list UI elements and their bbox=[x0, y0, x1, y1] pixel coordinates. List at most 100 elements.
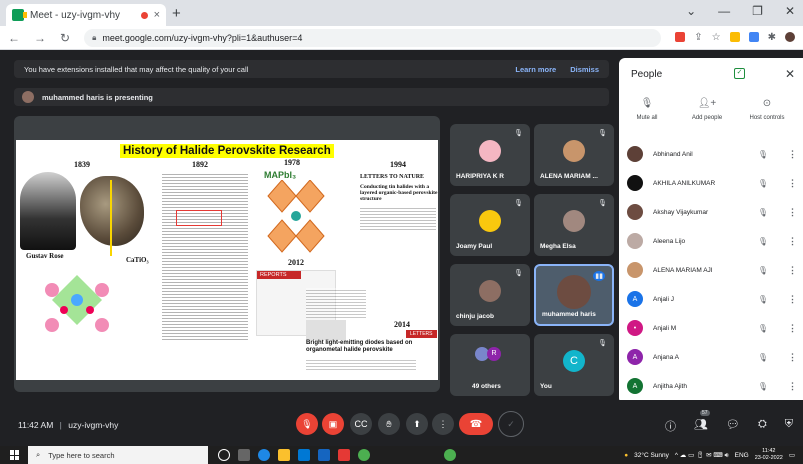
cortana-icon[interactable] bbox=[218, 449, 230, 461]
bookmark-star-icon[interactable]: ☆ bbox=[712, 32, 721, 43]
address-bar[interactable]: 🔒︎ meet.google.com/uzy-ivgm-vhy?pli=1&au… bbox=[84, 28, 662, 47]
yellow-line bbox=[110, 180, 112, 256]
participant-tile[interactable]: 🎙︎ ALENA MARIAM ... bbox=[534, 124, 614, 186]
mineral-image bbox=[80, 176, 144, 246]
app-icon[interactable] bbox=[338, 449, 350, 461]
more-options-icon[interactable]: ⋮ bbox=[788, 149, 797, 160]
more-options-icon[interactable]: ⋮ bbox=[788, 352, 797, 363]
mic-off-icon: 🎙︎ bbox=[757, 178, 768, 188]
participant-tile[interactable]: 🎙︎ Megha Elsa bbox=[534, 194, 614, 256]
meeting-details: 11:42 AM | uzy-ivgm-vhy bbox=[18, 420, 118, 430]
extension-icon[interactable] bbox=[729, 32, 740, 42]
more-options-button[interactable]: ⋮ bbox=[432, 413, 454, 435]
more-options-icon[interactable]: ⋮ bbox=[788, 236, 797, 247]
share-icon[interactable]: ⇪ bbox=[694, 32, 702, 43]
participant-name: ALENA MARIAM ... bbox=[540, 173, 598, 180]
participant-row[interactable]: Abhinand Anil 🎙︎ ⋮ bbox=[627, 140, 797, 168]
portrait-image bbox=[20, 172, 76, 250]
present-button[interactable]: ⬆ bbox=[406, 413, 428, 435]
clock[interactable]: 11:42 23-02-2022 bbox=[755, 448, 783, 462]
reload-icon[interactable]: ↻ bbox=[60, 31, 70, 45]
mic-off-icon: 🎙︎ bbox=[757, 149, 768, 159]
phone-hangup-icon: ☎︎ bbox=[469, 418, 483, 430]
participant-tile-active[interactable]: ▮▮ muhammed haris bbox=[534, 264, 614, 326]
browser-tab[interactable]: Meet - uzy-ivgm-vhy × bbox=[6, 4, 166, 26]
taskbar-search[interactable]: ⌕ Type here to search bbox=[28, 446, 208, 464]
profile-avatar[interactable] bbox=[785, 32, 795, 42]
tab-search-icon[interactable]: ⌄ bbox=[686, 4, 696, 18]
captions-button[interactable]: CC bbox=[350, 413, 372, 435]
browser-toolbar: ← → ↻ 🔒︎ meet.google.com/uzy-ivgm-vhy?pl… bbox=[0, 26, 803, 50]
mic-toggle-button[interactable]: 🎙︎ bbox=[296, 413, 318, 435]
weather-text[interactable]: 32°C Sunny bbox=[634, 452, 669, 459]
activities-icon[interactable]: ⛭ bbox=[758, 418, 767, 434]
extension-icon[interactable] bbox=[748, 32, 759, 42]
others-badge: R bbox=[487, 347, 501, 361]
others-tile[interactable]: R 49 others bbox=[450, 334, 530, 396]
present-icon: ⬆ bbox=[413, 418, 421, 429]
new-tab-button[interactable]: + bbox=[172, 5, 181, 22]
participant-row[interactable]: ALENA MARIAM AJI 🎙︎ ⋮ bbox=[627, 256, 797, 284]
mail-icon[interactable] bbox=[318, 449, 330, 461]
more-options-icon[interactable]: ⋮ bbox=[788, 207, 797, 218]
language-indicator[interactable]: ENG bbox=[735, 452, 749, 459]
leave-call-button[interactable]: ☎︎ bbox=[459, 413, 493, 435]
more-options-icon[interactable]: ⋮ bbox=[788, 381, 797, 392]
participant-row[interactable]: A Anjali J 🎙︎ ⋮ bbox=[627, 285, 797, 313]
self-avatar: C bbox=[563, 350, 585, 373]
add-people-button[interactable]: 👤︎+ Add people bbox=[679, 98, 735, 121]
people-icon[interactable]: 👥︎ 57 bbox=[694, 410, 710, 434]
host-controls-button[interactable]: ⊙ Host controls bbox=[739, 98, 795, 121]
more-options-icon[interactable]: ⋮ bbox=[788, 294, 797, 305]
participant-row[interactable]: A Anjitha Ajith 🎙︎ ⋮ bbox=[627, 372, 797, 400]
learn-more-link[interactable]: Learn more bbox=[515, 65, 556, 74]
mute-all-button[interactable]: 🎙︎ Mute all bbox=[619, 98, 675, 121]
participant-tile[interactable]: 🎙︎ chinju jacob bbox=[450, 264, 530, 326]
edge-icon[interactable] bbox=[258, 449, 270, 461]
letters-tag: LETTERS bbox=[406, 330, 437, 338]
more-options-icon[interactable]: ⋮ bbox=[788, 265, 797, 276]
participant-row[interactable]: Aleena Lijo 🎙︎ ⋮ bbox=[627, 227, 797, 255]
crystal-structure-image bbox=[42, 270, 112, 340]
extensions-puzzle-icon[interactable]: ✱ bbox=[768, 32, 776, 43]
reactions-button[interactable]: ✓ bbox=[498, 411, 524, 437]
participant-tile[interactable]: 🎙︎ HARIPRIYA K R bbox=[450, 124, 530, 186]
file-explorer-icon[interactable] bbox=[278, 449, 290, 461]
minimize-button[interactable]: — bbox=[718, 4, 730, 18]
info-icon[interactable]: ⓘ bbox=[665, 418, 676, 434]
participant-tile[interactable]: 🎙︎ Joamy Paul bbox=[450, 194, 530, 256]
maximize-button[interactable]: ❐ bbox=[752, 4, 763, 18]
mic-off-icon: 🎙︎ bbox=[757, 207, 768, 217]
participant-row[interactable]: Akshay Vijaykumar 🎙︎ ⋮ bbox=[627, 198, 797, 226]
chrome-icon[interactable] bbox=[444, 449, 456, 461]
store-icon[interactable] bbox=[298, 449, 310, 461]
host-controls-icon[interactable]: ⛨ bbox=[785, 418, 793, 434]
chrome-icon[interactable] bbox=[358, 449, 370, 461]
camera-indicator-icon[interactable] bbox=[675, 32, 686, 42]
raise-hand-button[interactable]: ✋︎ bbox=[378, 413, 400, 435]
self-tile[interactable]: 🎙︎ C You bbox=[534, 334, 614, 396]
people-panel: People ✓ ✕ 🎙︎ Mute all 👤︎+ Add people ⊙ … bbox=[619, 58, 803, 404]
dismiss-button[interactable]: Dismiss bbox=[570, 65, 599, 74]
windows-start-icon[interactable] bbox=[10, 450, 20, 460]
tab-close-icon[interactable]: × bbox=[154, 9, 160, 21]
participant-row[interactable]: • Anjali M 🎙︎ ⋮ bbox=[627, 314, 797, 342]
host-check-icon[interactable]: ✓ bbox=[734, 68, 745, 79]
participant-name: AKHILA ANILKUMAR bbox=[653, 179, 716, 187]
close-window-button[interactable]: ✕ bbox=[785, 4, 795, 18]
chat-icon[interactable]: 💬︎ bbox=[726, 418, 740, 434]
task-view-icon[interactable] bbox=[238, 449, 250, 461]
camera-toggle-button[interactable]: ▣ bbox=[322, 413, 344, 435]
participant-row[interactable]: A Anjana A 🎙︎ ⋮ bbox=[627, 343, 797, 371]
notifications-icon[interactable]: ▭ bbox=[789, 451, 795, 459]
tray-icons[interactable]: ^ ☁ ▭ 🔋︎ ✉ ⌨ 🔊︎ bbox=[675, 451, 729, 460]
more-options-icon[interactable]: ⋮ bbox=[788, 323, 797, 334]
back-icon[interactable]: ← bbox=[8, 31, 20, 45]
participant-row[interactable]: AKHILA ANILKUMAR 🎙︎ ⋮ bbox=[627, 169, 797, 197]
more-options-icon[interactable]: ⋮ bbox=[788, 178, 797, 189]
participant-avatar bbox=[563, 210, 585, 233]
close-panel-icon[interactable]: ✕ bbox=[785, 67, 795, 81]
browser-tab-strip: Meet - uzy-ivgm-vhy × + ⌄ — ❐ ✕ bbox=[0, 0, 803, 26]
forward-icon[interactable]: → bbox=[34, 31, 46, 45]
mic-off-icon: 🎙︎ bbox=[757, 236, 768, 246]
